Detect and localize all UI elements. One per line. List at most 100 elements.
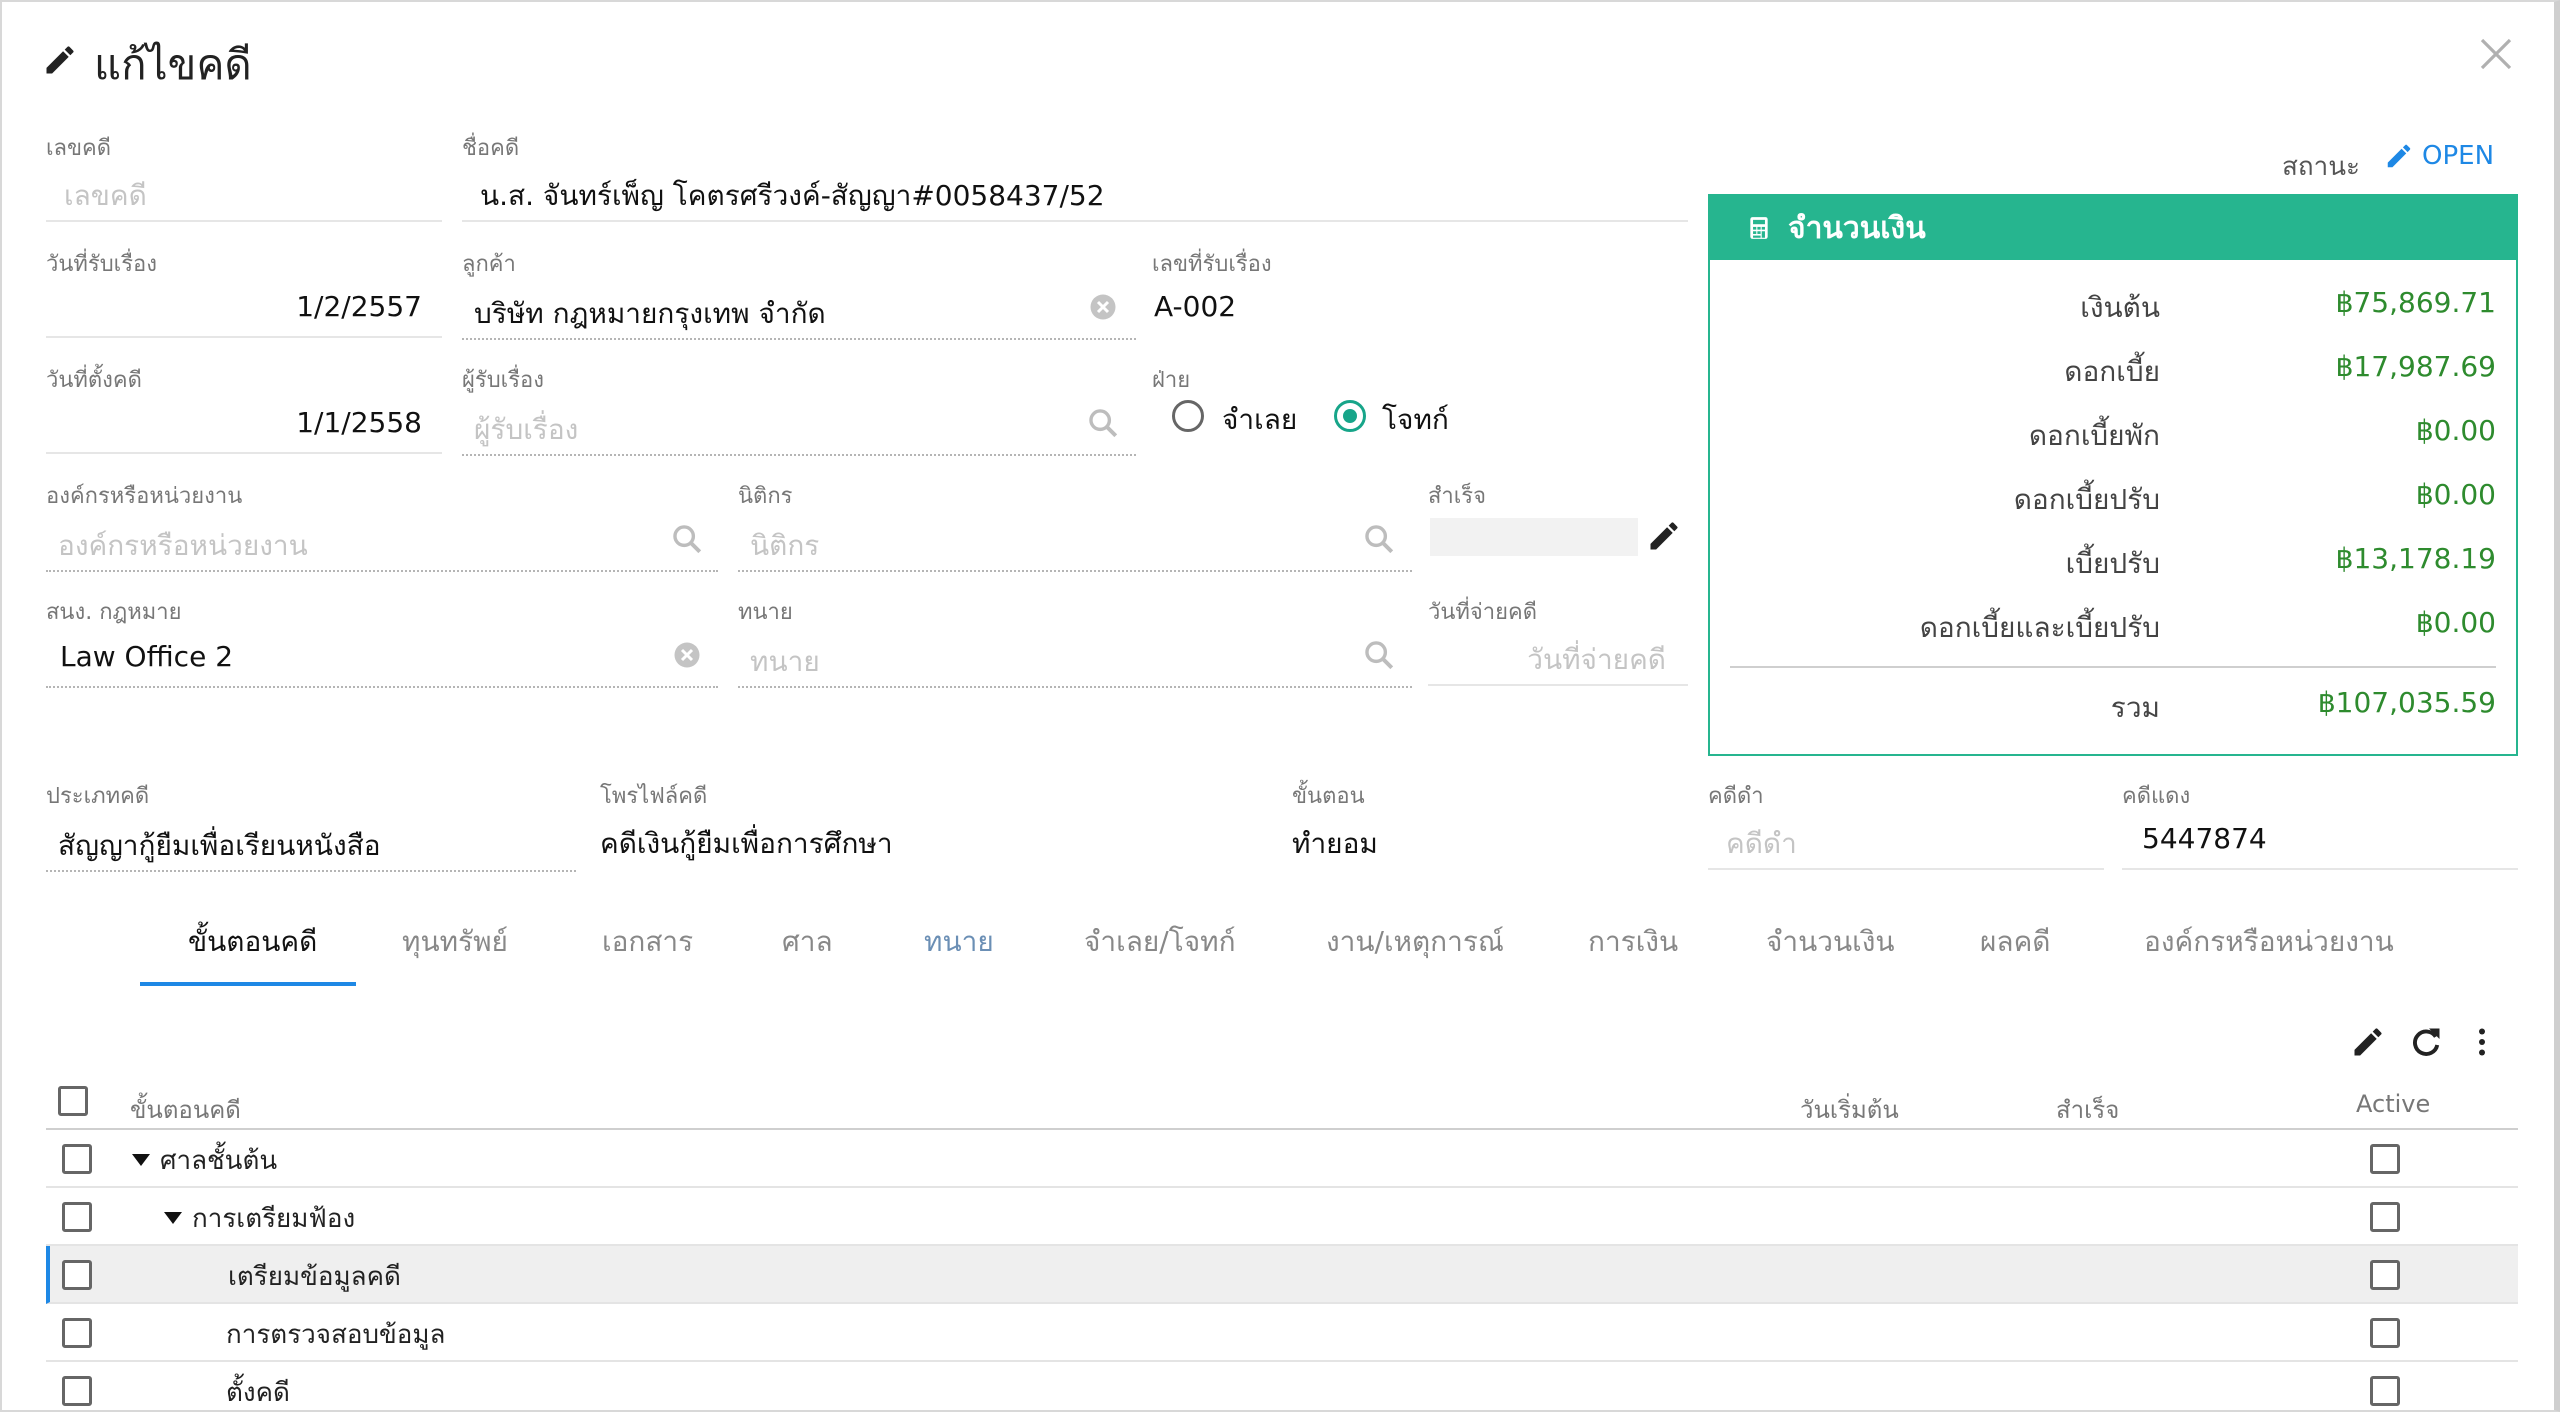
assignee-input[interactable]: ผู้รับเรื่อง	[474, 408, 578, 452]
clear-icon[interactable]	[1088, 292, 1118, 322]
client-label: ลูกค้า	[462, 252, 516, 277]
calculator-icon	[1746, 215, 1772, 241]
table-row[interactable]: ตั้งคดี	[46, 1362, 2518, 1412]
received-date-input[interactable]: 1/2/2557	[46, 290, 422, 323]
case-profile-value: คดีเงินกู้ยืมเพื่อการศึกษา	[600, 827, 893, 860]
search-icon[interactable]	[1086, 406, 1120, 440]
tab-lawyer[interactable]: ทนาย	[924, 920, 994, 964]
party-radio-defendant[interactable]	[1172, 400, 1204, 432]
receipt-no-input[interactable]: A-002	[1154, 290, 1236, 323]
organization-input[interactable]: องค์กรหรือหน่วยงาน	[58, 524, 308, 568]
tab-parties[interactable]: จำเลย/โจทก์	[1084, 920, 1236, 964]
law-office-input[interactable]: Law Office 2	[60, 640, 233, 673]
money-row-value: ฿75,869.71	[2335, 286, 2496, 319]
table-row[interactable]: ศาลชั้นต้น	[46, 1130, 2518, 1188]
money-row-value: ฿0.00	[2415, 606, 2496, 639]
table-row[interactable]: การเตรียมฟ้อง	[46, 1188, 2518, 1246]
row-checkbox[interactable]	[62, 1260, 92, 1290]
money-panel-header: จำนวนเงิน	[1710, 196, 2516, 260]
collapse-caret-icon[interactable]	[132, 1154, 150, 1166]
row-checkbox[interactable]	[62, 1318, 92, 1348]
filed-date-label: วันที่ตั้งคดี	[46, 368, 142, 393]
active-checkbox[interactable]	[2370, 1318, 2400, 1348]
step-name: การตรวจสอบข้อมูล	[226, 1320, 446, 1350]
black-case-label: คดีดำ	[1708, 784, 1764, 809]
lawyer-input[interactable]: ทนาย	[750, 640, 820, 684]
table-row[interactable]: การตรวจสอบข้อมูล	[46, 1304, 2518, 1362]
stage-value: ทำยอม	[1292, 827, 1378, 860]
tab-organization[interactable]: องค์กรหรือหน่วยงาน	[2144, 920, 2394, 964]
step-name: เตรียมข้อมูลคดี	[228, 1262, 401, 1292]
disburse-date-input[interactable]: วันที่จ่ายคดี	[1428, 638, 1666, 682]
row-checkbox[interactable]	[62, 1376, 92, 1406]
client-input[interactable]: บริษัท กฎหมายกรุงเทพ จำกัด	[474, 292, 826, 336]
money-row: เงินต้น ฿75,869.71	[1710, 286, 2516, 326]
more-vertical-icon[interactable]	[2464, 1024, 2500, 1060]
party-label: ฝ่าย	[1152, 368, 1191, 393]
money-row-label: ดอกเบี้ยปรับ	[2013, 483, 2160, 516]
search-icon[interactable]	[1362, 522, 1396, 556]
refresh-icon[interactable]	[2408, 1024, 2444, 1060]
legal-officer-input[interactable]: นิติกร	[750, 524, 819, 568]
tab-finance[interactable]: การเงิน	[1588, 920, 1678, 964]
collapse-caret-icon[interactable]	[164, 1212, 182, 1224]
close-icon[interactable]	[2472, 30, 2520, 78]
money-row: ดอกเบี้ยพัก ฿0.00	[1710, 414, 2516, 454]
tab-tasks-events[interactable]: งาน/เหตุการณ์	[1326, 920, 1504, 964]
stage-label: ขั้นตอน	[1292, 784, 1365, 809]
pencil-icon	[2384, 141, 2414, 171]
row-checkbox[interactable]	[62, 1202, 92, 1232]
active-checkbox[interactable]	[2370, 1260, 2400, 1290]
money-divider	[1730, 666, 2496, 668]
pencil-icon[interactable]	[2350, 1024, 2386, 1060]
completed-field	[1430, 518, 1638, 556]
search-icon[interactable]	[1362, 638, 1396, 672]
legal-officer-label: นิติกร	[738, 484, 793, 509]
table-row[interactable]: เตรียมข้อมูลคดี	[46, 1246, 2518, 1304]
tab-documents[interactable]: เอกสาร	[602, 920, 693, 964]
money-row: ดอกเบี้ยปรับ ฿0.00	[1710, 478, 2516, 518]
status-button[interactable]: OPEN	[2384, 136, 2494, 176]
tab-amounts[interactable]: จำนวนเงิน	[1766, 920, 1895, 964]
filed-date-input[interactable]: 1/1/2558	[46, 406, 422, 439]
case-name-label: ชื่อคดี	[462, 136, 520, 161]
pencil-icon	[42, 42, 78, 78]
money-row-label: เงินต้น	[2080, 291, 2160, 324]
party-radio-plaintiff[interactable]	[1334, 400, 1366, 432]
case-profile-label: โพรไฟล์คดี	[600, 784, 708, 809]
money-row-value: ฿13,178.19	[2335, 542, 2496, 575]
select-all-checkbox[interactable]	[58, 1086, 88, 1116]
money-total-label: รวม	[2110, 691, 2160, 724]
tab-court[interactable]: ศาล	[782, 920, 833, 964]
money-row-value: ฿17,987.69	[2335, 350, 2496, 383]
money-row-label: ดอกเบี้ยและเบี้ยปรับ	[1919, 611, 2160, 644]
tab-results[interactable]: ผลคดี	[1980, 920, 2050, 964]
case-no-input[interactable]: เลขคดี	[64, 174, 147, 218]
col-header-start-date: วันเริ่มต้น	[1800, 1096, 1899, 1124]
pencil-icon[interactable]	[1646, 518, 1682, 554]
col-header-done: สำเร็จ	[2056, 1096, 2120, 1124]
tab-assets[interactable]: ทุนทรัพย์	[402, 920, 508, 964]
active-checkbox[interactable]	[2370, 1144, 2400, 1174]
search-icon[interactable]	[670, 522, 704, 556]
money-row-value: ฿0.00	[2415, 414, 2496, 447]
receipt-no-label: เลขที่รับเรื่อง	[1152, 252, 1272, 277]
money-panel: จำนวนเงิน เงินต้น ฿75,869.71 ดอกเบี้ย ฿1…	[1708, 194, 2518, 756]
clear-icon[interactable]	[672, 640, 702, 670]
organization-label: องค์กรหรือหน่วยงาน	[46, 484, 243, 509]
case-type-input[interactable]: สัญญากู้ยืมเพื่อเรียนหนังสือ	[58, 824, 381, 868]
row-checkbox[interactable]	[62, 1144, 92, 1174]
money-row-value: ฿0.00	[2415, 478, 2496, 511]
active-checkbox[interactable]	[2370, 1202, 2400, 1232]
active-checkbox[interactable]	[2370, 1376, 2400, 1406]
money-row: ดอกเบี้ยและเบี้ยปรับ ฿0.00	[1710, 606, 2516, 646]
red-case-input[interactable]: 5447874	[2142, 822, 2267, 855]
status-label: สถานะ	[2282, 152, 2360, 182]
money-row: ดอกเบี้ย ฿17,987.69	[1710, 350, 2516, 390]
money-row-label: ดอกเบี้ยพัก	[2028, 419, 2160, 452]
case-name-input[interactable]: น.ส. จันทร์เพ็ญ โคตรศรีวงค์-สัญญา#005843…	[480, 174, 1105, 218]
case-no-label: เลขคดี	[46, 136, 112, 161]
black-case-input[interactable]: คดีดำ	[1726, 822, 1797, 866]
tab-case-steps[interactable]: ขั้นตอนคดี	[188, 920, 317, 964]
step-name: การเตรียมฟ้อง	[192, 1204, 356, 1234]
